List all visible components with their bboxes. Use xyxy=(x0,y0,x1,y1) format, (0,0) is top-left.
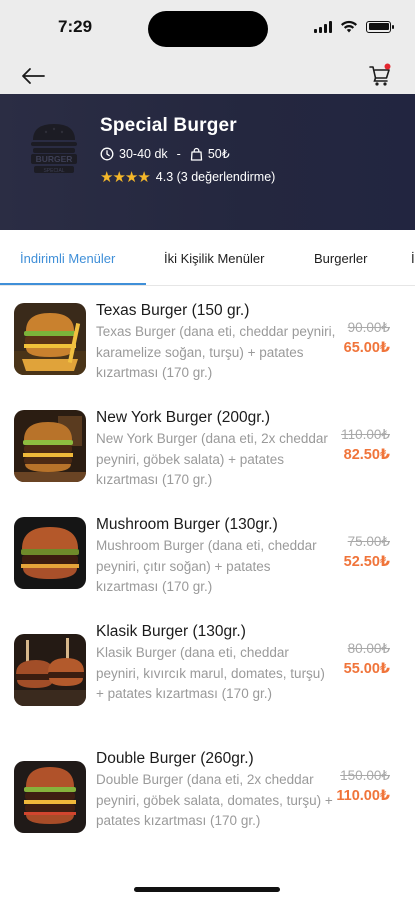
tab-two-person-menus[interactable]: İki Kişilik Menüler xyxy=(164,230,264,285)
store-header: BURGER SPECIAL Special Burger 30-40 dk -… xyxy=(0,94,415,230)
item-title: Klasik Burger (130gr.) xyxy=(96,623,246,640)
arrow-left-icon xyxy=(22,68,45,84)
klasik-burger-image xyxy=(14,634,86,706)
item-title: Texas Burger (150 gr.) xyxy=(96,302,250,319)
item-description: Texas Burger (dana eti, cheddar peyniri,… xyxy=(96,324,336,380)
burger-logo-icon: BURGER SPECIAL xyxy=(31,124,77,174)
tab-partial-next[interactable]: İ xyxy=(411,230,415,285)
status-time: 7:29 xyxy=(58,17,93,36)
logo-text-special: SPECIAL xyxy=(43,168,64,174)
store-name: Special Burger xyxy=(100,115,237,136)
new-price: 55.00₺ xyxy=(343,661,390,677)
dynamic-island xyxy=(148,11,268,47)
rating-stars-icon: ★★★★ xyxy=(100,169,151,186)
rating-text: 4.3 (3 değerlendirme) xyxy=(155,170,276,184)
new-price: 52.50₺ xyxy=(343,554,390,570)
item-description: Klasik Burger (dana eti, cheddar peyniri… xyxy=(96,645,325,701)
tab-discounted-menus[interactable]: İndirimli Menüler xyxy=(20,230,115,285)
battery-icon xyxy=(366,20,394,33)
old-price: 90.00₺ xyxy=(347,320,390,335)
store-rating: ★★★★ 4.3 (3 değerlendirme) xyxy=(100,168,275,186)
cart-button[interactable] xyxy=(365,60,395,90)
store-meta: 30-40 dk - 50₺ xyxy=(100,146,230,161)
item-description: Mushroom Burger (dana eti, cheddar peyni… xyxy=(96,538,317,594)
texas-burger-image xyxy=(14,303,86,375)
new-price: 110.00₺ xyxy=(336,788,390,804)
old-price: 80.00₺ xyxy=(347,641,390,656)
item-title: New York Burger (200gr.) xyxy=(96,409,271,426)
back-button[interactable] xyxy=(18,62,48,90)
wifi-icon xyxy=(341,20,357,33)
logo-text-burger: BURGER xyxy=(36,154,73,164)
new-price: 65.00₺ xyxy=(343,340,390,356)
item-description: New York Burger (dana eti, 2x cheddar pe… xyxy=(96,431,328,487)
nav-bar xyxy=(0,58,415,94)
clock-icon xyxy=(100,147,114,160)
category-tabs: İndirimli Menüler İki Kişilik Menüler Bu… xyxy=(0,230,415,286)
item-title: Double Burger (260gr.) xyxy=(96,750,254,767)
active-tab-indicator xyxy=(0,283,146,285)
double-burger-image xyxy=(14,761,86,833)
new-price: 82.50₺ xyxy=(343,447,390,463)
tab-burgers[interactable]: Burgerler xyxy=(314,230,367,285)
old-price: 75.00₺ xyxy=(347,534,390,549)
meta-separator: - xyxy=(176,146,181,161)
bag-icon xyxy=(190,147,202,161)
old-price: 150.00₺ xyxy=(340,768,390,783)
item-description: Double Burger (dana eti, 2x cheddar peyn… xyxy=(96,772,333,828)
item-title: Mushroom Burger (130gr.) xyxy=(96,516,278,533)
status-icons xyxy=(314,20,394,33)
mushroom-burger-image xyxy=(14,517,86,589)
delivery-time: 30-40 dk xyxy=(119,146,168,161)
home-indicator xyxy=(134,887,280,892)
status-bar: 7:29 xyxy=(0,0,415,58)
cart-icon xyxy=(369,63,391,86)
old-price: 110.00₺ xyxy=(341,427,390,442)
min-order: 50₺ xyxy=(207,147,230,161)
new-york-burger-image xyxy=(14,410,86,482)
signal-icon xyxy=(314,20,332,33)
